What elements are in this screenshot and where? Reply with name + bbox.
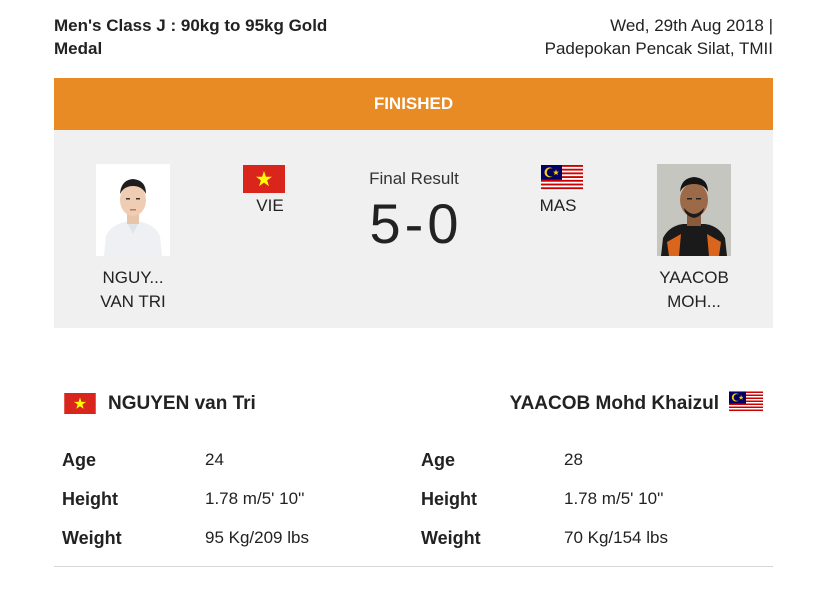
event-title: Men's Class J : 90kg to 95kg Gold Medal (54, 16, 328, 58)
bio-value: 1.78 m/5' 10'' (564, 489, 664, 508)
athlete-full-name-right[interactable]: YAACOB Mohd Khaizul (510, 393, 719, 415)
bio-label: Height (62, 489, 118, 509)
athlete-short-name-left-line1: NGUY... (102, 268, 164, 287)
event-date: Wed, 29th Aug 2018 | (610, 16, 773, 35)
athlete-photo-left-image (96, 164, 170, 256)
athlete-short-name-right[interactable]: YAACOB MOH... (634, 266, 754, 314)
bio-label: Age (62, 450, 97, 470)
athlete-short-name-right-line1: YAACOB (659, 268, 729, 287)
athlete-short-name-left[interactable]: NGUY... VAN TRI (73, 266, 193, 314)
status-label: FINISHED (373, 94, 454, 113)
event-venue: Padepokan Pencak Silat, TMII (544, 39, 773, 58)
athlete-short-name-right-line2: MOH... (667, 292, 721, 311)
divider (54, 566, 773, 567)
athlete-short-name-left-line2: VAN TRI (100, 292, 166, 311)
bio-value: 1.78 m/5' 10'' (205, 489, 305, 508)
bio-label: Height (421, 489, 477, 509)
bio-label: Age (421, 450, 456, 470)
bio-value: 24 (205, 450, 224, 469)
score-left: 5 (369, 192, 401, 255)
malaysia-flag-icon (541, 165, 583, 191)
vietnam-flag-icon (64, 393, 96, 414)
event-meta: Wed, 29th Aug 2018 | Padepokan Pencak Si… (545, 14, 773, 60)
vietnam-flag-icon (243, 165, 285, 193)
bio-label: Weight (421, 528, 481, 548)
athlete-photo-right[interactable] (657, 164, 731, 256)
bio-value: 70 Kg/154 lbs (564, 528, 668, 547)
score: 5-0 (354, 192, 474, 256)
bio-value: 28 (564, 450, 583, 469)
athlete-full-name-left[interactable]: NGUYEN van Tri (108, 393, 256, 415)
event-header: Men's Class J : 90kg to 95kg Gold Medal … (54, 14, 773, 62)
bio-value: 95 Kg/209 lbs (205, 528, 309, 547)
country-code-left: VIE (256, 196, 284, 215)
athlete-photo-left[interactable] (96, 164, 170, 256)
score-separator: - (404, 192, 424, 255)
bio-label: Weight (62, 528, 122, 548)
match-panel: NGUY... VAN TRI YAACOB MOH... VIE MAS Fi… (54, 130, 773, 328)
final-result-label: Final Result (369, 169, 459, 188)
status-bar: FINISHED (54, 78, 773, 130)
athlete-photo-right-image (657, 164, 731, 256)
country-code-right: MAS (539, 196, 577, 215)
score-right: 0 (427, 192, 459, 255)
malaysia-flag-icon (729, 391, 763, 413)
